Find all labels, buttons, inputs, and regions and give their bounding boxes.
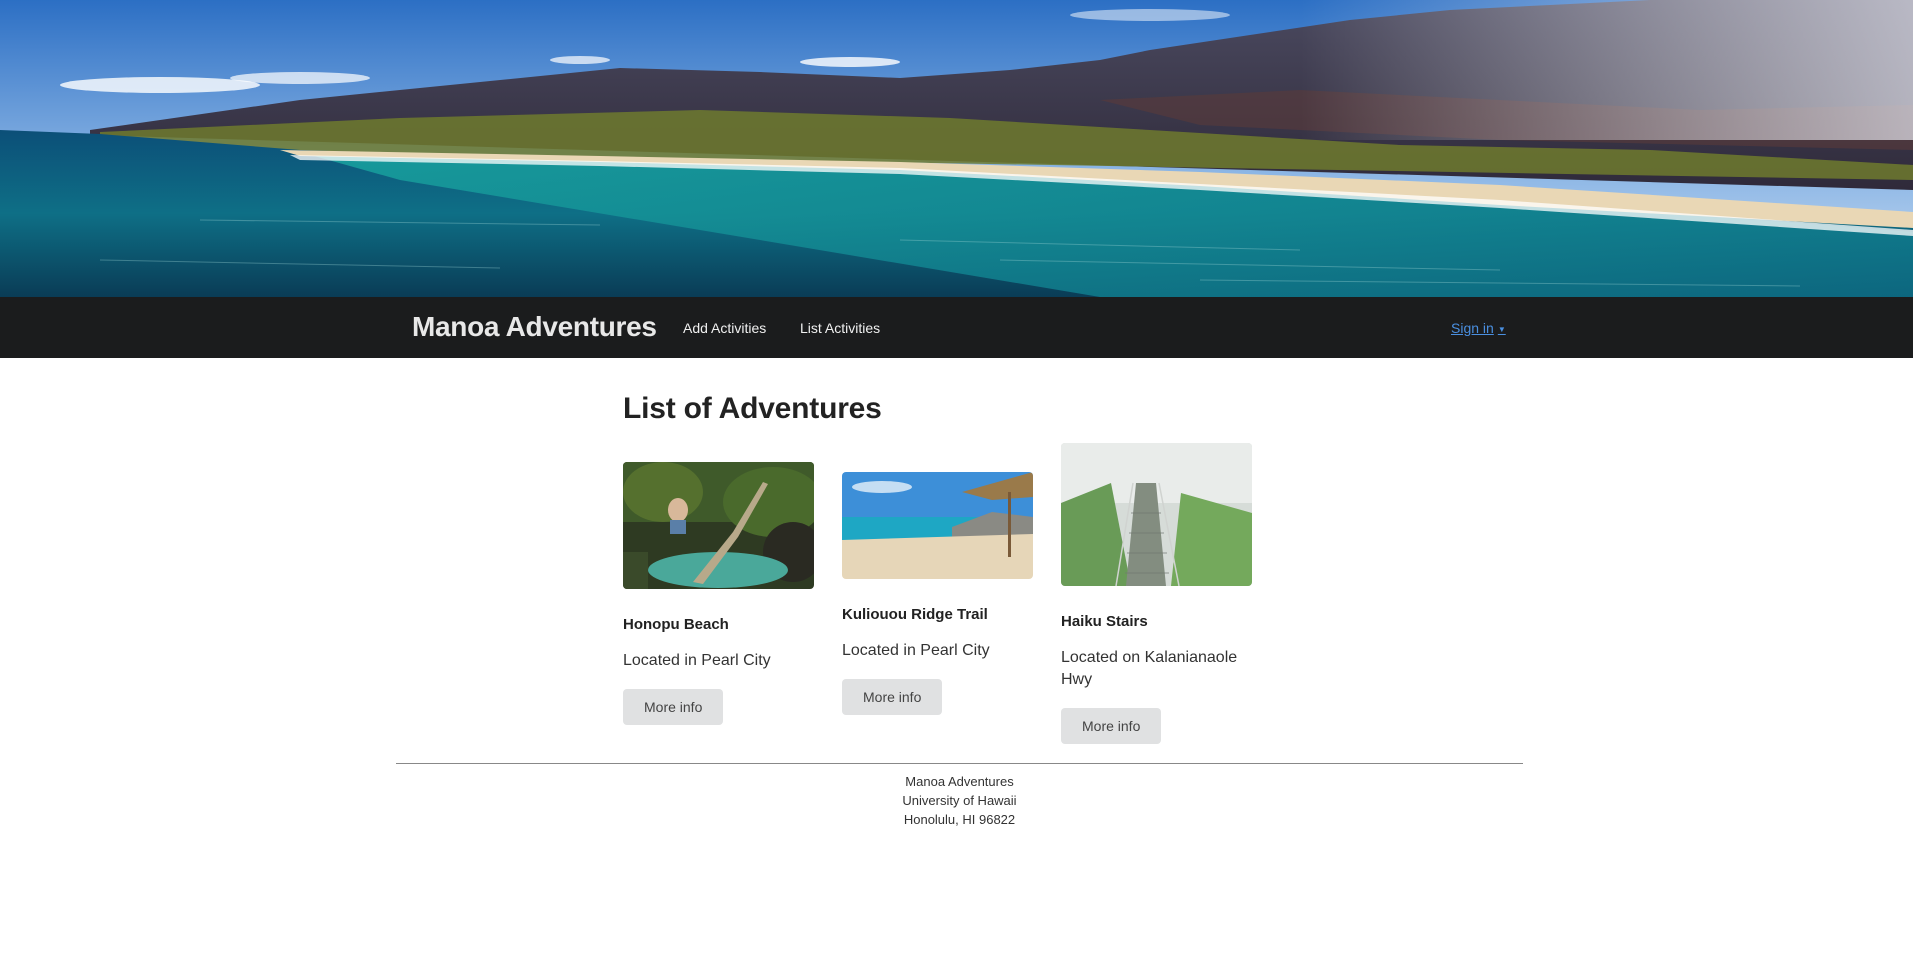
footer-line-address: Honolulu, HI 96822: [903, 812, 1016, 827]
brand-title[interactable]: Manoa Adventures: [412, 311, 657, 343]
more-info-button[interactable]: More info: [1061, 708, 1162, 744]
card-location: Located on Kalanianaole Hwy: [1061, 649, 1238, 688]
haiku-stairs-image: [1061, 443, 1252, 586]
footer-line-name: Manoa Adventures: [905, 774, 1014, 789]
card-location: Located in Pearl City: [623, 652, 771, 669]
honopu-beach-image: [623, 462, 814, 589]
card-location: Located in Pearl City: [842, 642, 990, 659]
adventure-card: Haiku Stairs Located on Kalanianaole Hwy…: [1061, 443, 1252, 744]
nav-add-activities[interactable]: Add Activities: [683, 320, 766, 336]
footer: Manoa Adventures University of Hawaii Ho…: [396, 772, 1523, 829]
more-info-button[interactable]: More info: [623, 689, 724, 725]
kuliouou-ridge-trail-image: [842, 472, 1033, 579]
hero-banner-image: [0, 0, 1913, 297]
card-title: Kuliouou Ridge Trail: [842, 606, 988, 623]
nav-list-activities[interactable]: List Activities: [800, 320, 880, 336]
signin-dropdown[interactable]: Sign in ▼: [1451, 320, 1506, 336]
top-navbar: Manoa Adventures Add Activities List Act…: [0, 297, 1913, 358]
signin-label: Sign in: [1451, 320, 1494, 336]
footer-line-university: University of Hawaii: [902, 793, 1017, 808]
caret-down-icon: ▼: [1497, 324, 1506, 334]
more-info-button[interactable]: More info: [842, 679, 943, 715]
footer-divider: [396, 763, 1523, 764]
adventure-card: Kuliouou Ridge Trail Located in Pearl Ci…: [842, 472, 1033, 715]
adventure-card: Honopu Beach Located in Pearl City More …: [623, 462, 814, 725]
card-title: Honopu Beach: [623, 616, 729, 633]
page-title: List of Adventures: [623, 392, 882, 425]
card-title: Haiku Stairs: [1061, 613, 1148, 630]
